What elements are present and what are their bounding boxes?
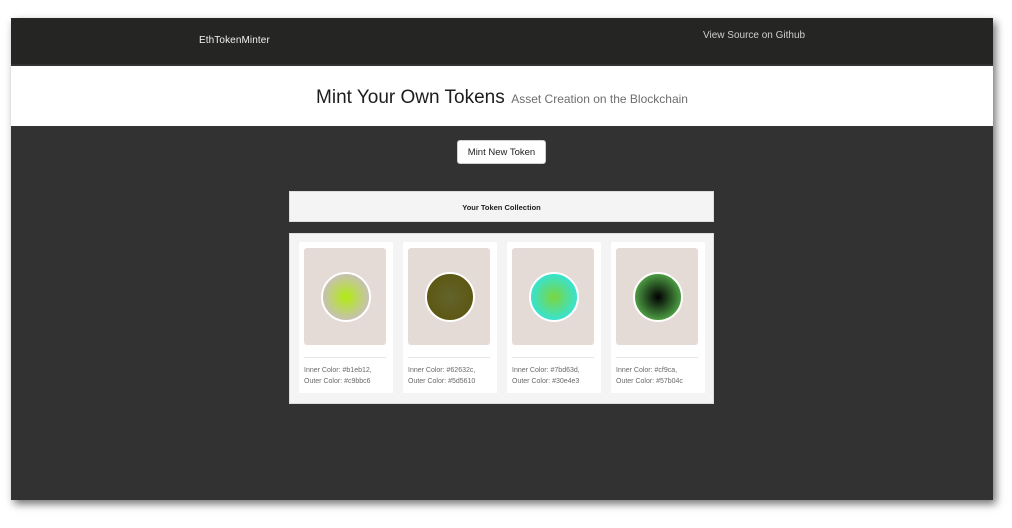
token-coin-icon [425, 272, 475, 322]
token-card[interactable]: Inner Color: #cf9ca, Outer Color: #57b04… [611, 242, 705, 393]
token-swatch [512, 248, 594, 345]
browser-window: EthTokenMinter View Source on Github Min… [11, 18, 993, 500]
token-card[interactable]: Inner Color: #b1eb12, Outer Color: #c9bb… [299, 242, 393, 393]
collection-header: Your Token Collection [289, 191, 714, 222]
card-divider [408, 357, 490, 358]
token-card[interactable]: Inner Color: #62632c, Outer Color: #5d56… [403, 242, 497, 393]
brand-logo[interactable]: EthTokenMinter [199, 35, 270, 46]
inner-color-label: Inner Color: #cf9ca, [616, 367, 678, 374]
page-title: Mint Your Own Tokens [316, 87, 505, 108]
token-coin-icon [633, 272, 683, 322]
token-swatch [304, 248, 386, 345]
card-divider [616, 357, 698, 358]
inner-color-label: Inner Color: #62632c, [408, 367, 476, 374]
token-coin-icon [321, 272, 371, 322]
github-source-link[interactable]: View Source on Github [703, 30, 805, 41]
token-collection-panel: Inner Color: #b1eb12, Outer Color: #c9bb… [289, 233, 714, 404]
token-card[interactable]: Inner Color: #7bd63d, Outer Color: #30e4… [507, 242, 601, 393]
outer-color-label: Outer Color: #5d5610 [408, 378, 476, 385]
card-divider [512, 357, 594, 358]
navbar: EthTokenMinter View Source on Github [11, 18, 993, 64]
inner-color-label: Inner Color: #7bd63d, [512, 367, 580, 374]
outer-color-label: Outer Color: #30e4e3 [512, 378, 580, 385]
token-swatch [408, 248, 490, 345]
hero-banner: Mint Your Own Tokens Asset Creation on t… [11, 66, 993, 126]
mint-new-token-button[interactable]: Mint New Token [457, 140, 546, 164]
inner-color-label: Inner Color: #b1eb12, [304, 367, 372, 374]
outer-color-label: Outer Color: #c9bbc6 [304, 378, 371, 385]
token-coin-icon [529, 272, 579, 322]
outer-color-label: Outer Color: #57b04c [616, 378, 683, 385]
page-subtitle: Asset Creation on the Blockchain [511, 92, 688, 106]
collection-title: Your Token Collection [462, 203, 541, 212]
token-swatch [616, 248, 698, 345]
card-divider [304, 357, 386, 358]
